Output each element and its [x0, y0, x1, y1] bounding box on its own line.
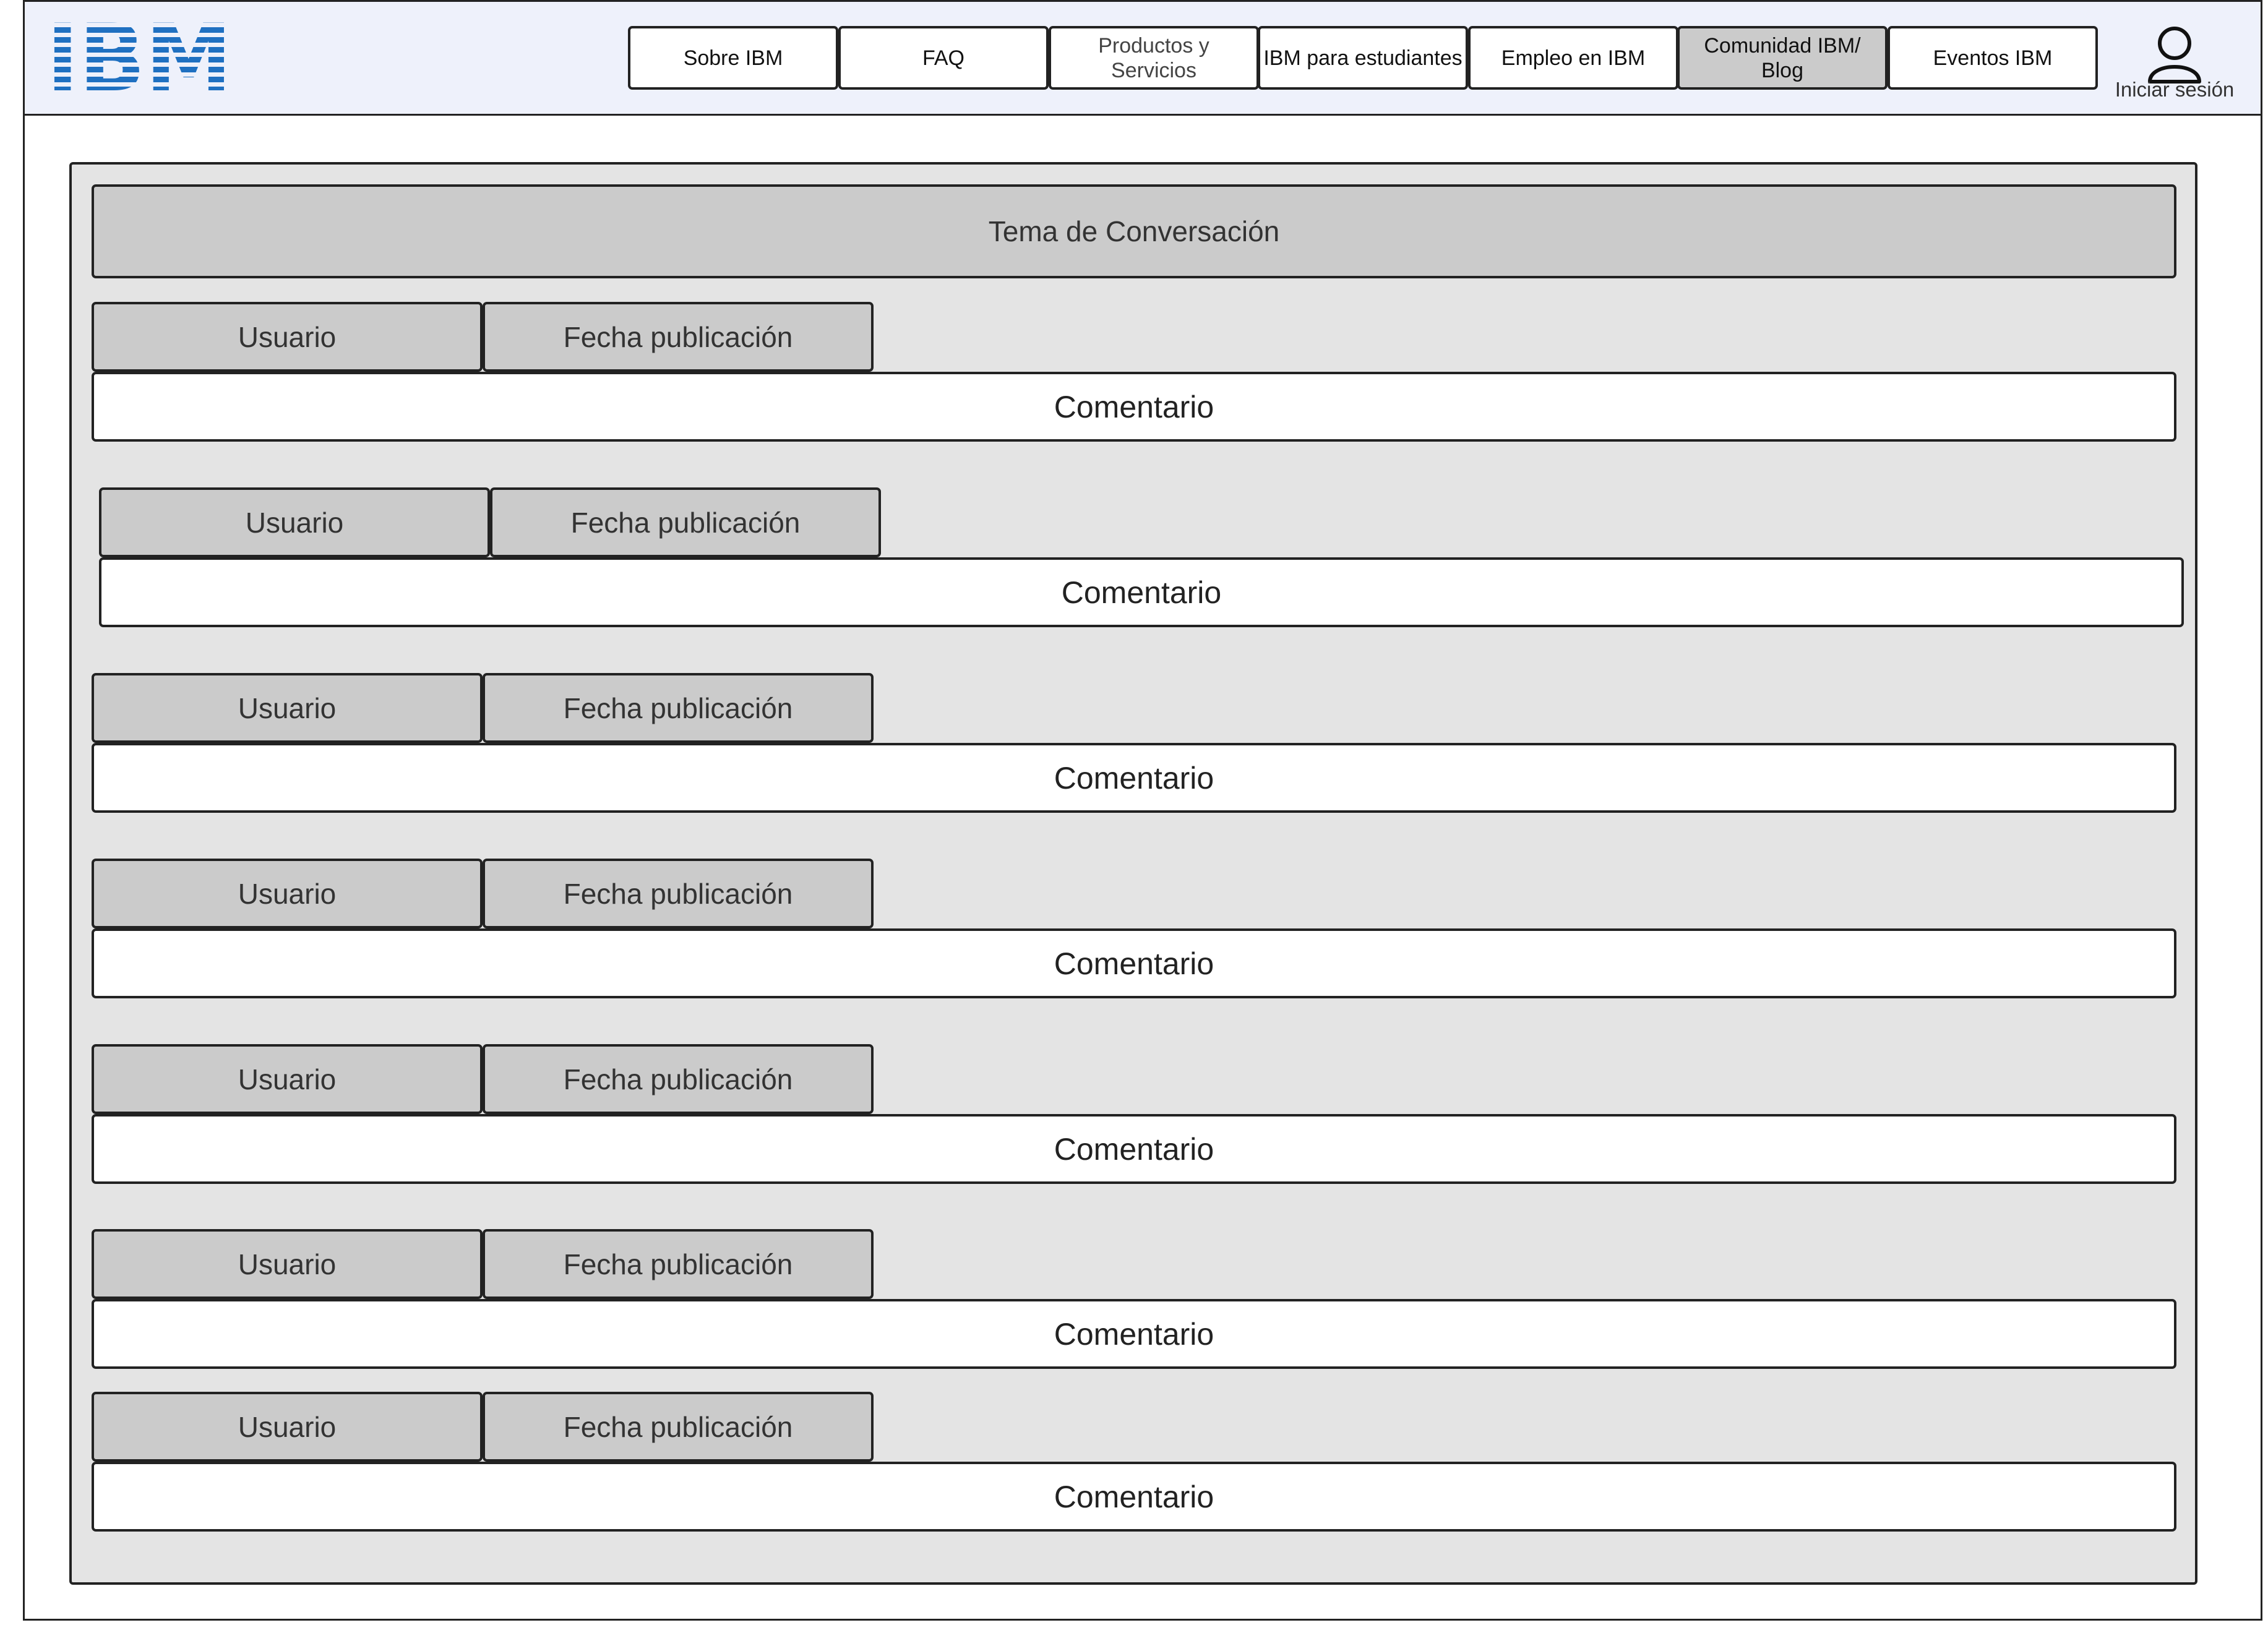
post-date: Fecha publicación — [483, 1229, 874, 1299]
post-item: Usuario Fecha publicación Comentario — [92, 302, 2176, 442]
post-user[interactable]: Usuario — [92, 302, 483, 372]
post-user[interactable]: Usuario — [92, 673, 483, 743]
post-user[interactable]: Usuario — [92, 1044, 483, 1114]
svg-text:IBM: IBM — [46, 17, 232, 92]
nav-empleo-button[interactable]: Empleo en IBM — [1468, 26, 1678, 90]
post-date: Fecha publicación — [483, 859, 874, 928]
post-item: Usuario Fecha publicación Comentario — [92, 1392, 2176, 1532]
nav-eventos-button[interactable]: Eventos IBM — [1888, 26, 2098, 90]
post-date: Fecha publicación — [490, 487, 881, 557]
post-item: Usuario Fecha publicación Comentario — [92, 1229, 2176, 1369]
post-item: Usuario Fecha publicación Comentario — [92, 859, 2176, 998]
login-button[interactable]: Iniciar sesión — [2100, 25, 2249, 105]
post-user[interactable]: Usuario — [92, 859, 483, 928]
nav-comunidad-blog-button[interactable]: Comunidad IBM/ Blog — [1677, 26, 1888, 90]
post-date: Fecha publicación — [483, 1392, 874, 1462]
post-date: Fecha publicación — [483, 1044, 874, 1114]
nav-sobre-ibm-button[interactable]: Sobre IBM — [628, 26, 838, 90]
post-comment: Comentario — [92, 1299, 2176, 1369]
nav-productos-servicios-button[interactable]: Productos y Servicios — [1049, 26, 1259, 90]
post-comment: Comentario — [92, 743, 2176, 813]
post-item: Usuario Fecha publicación Comentario — [92, 673, 2176, 813]
post-user[interactable]: Usuario — [92, 1392, 483, 1462]
user-icon — [2148, 27, 2201, 84]
post-item: Usuario Fecha publicación Comentario — [99, 487, 2184, 627]
conversation-topic: Tema de Conversación — [92, 184, 2176, 278]
post-date: Fecha publicación — [483, 302, 874, 372]
post-user[interactable]: Usuario — [99, 487, 490, 557]
post-item: Usuario Fecha publicación Comentario — [92, 1044, 2176, 1184]
nav-ibm-estudiantes-button[interactable]: IBM para estudiantes — [1258, 26, 1468, 90]
login-label: Iniciar sesión — [2115, 78, 2235, 101]
post-user[interactable]: Usuario — [92, 1229, 483, 1299]
ibm-logo[interactable]: IBM — [45, 17, 234, 92]
post-comment: Comentario — [92, 928, 2176, 998]
post-comment: Comentario — [92, 1462, 2176, 1532]
post-comment: Comentario — [92, 372, 2176, 442]
post-comment: Comentario — [99, 557, 2184, 627]
nav-faq-button[interactable]: FAQ — [838, 26, 1049, 90]
post-comment: Comentario — [92, 1114, 2176, 1184]
post-date: Fecha publicación — [483, 673, 874, 743]
